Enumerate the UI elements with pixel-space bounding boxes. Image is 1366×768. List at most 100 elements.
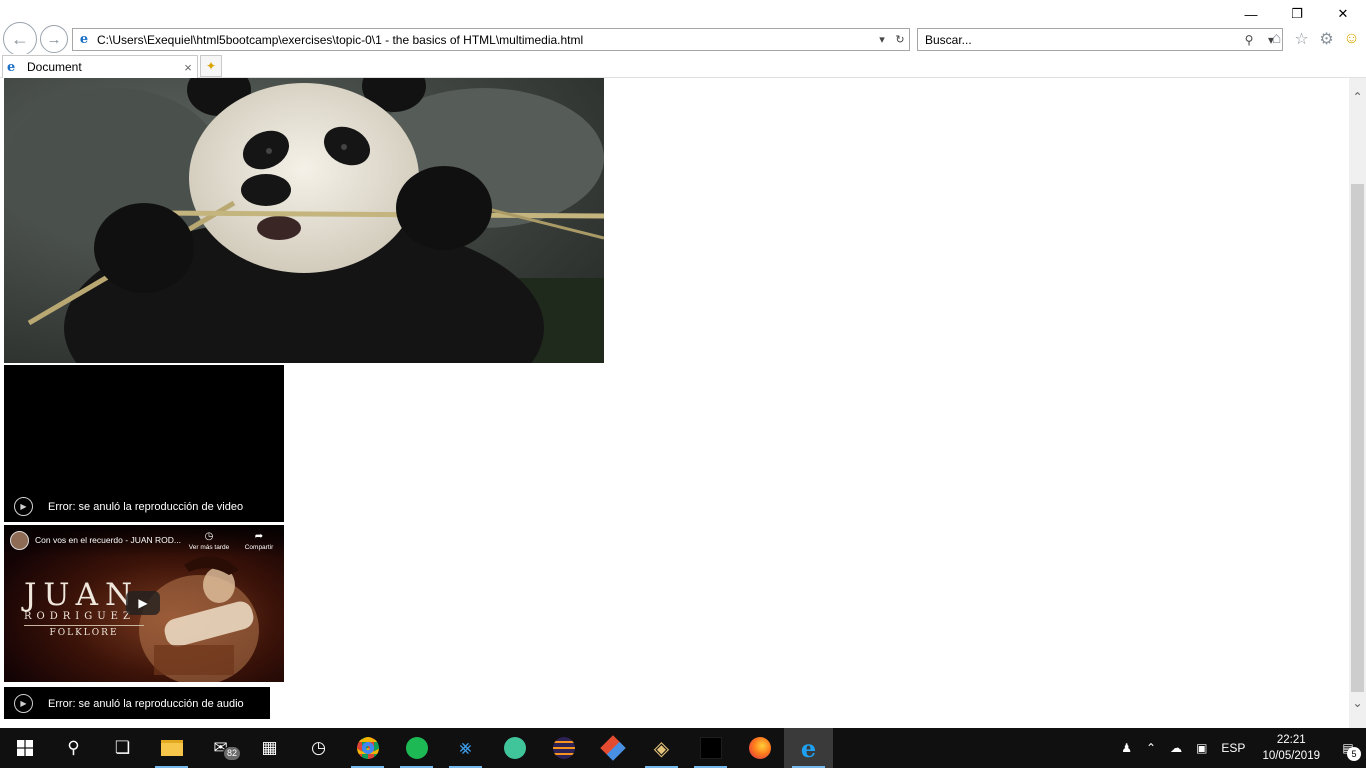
arrow-right-icon: → xyxy=(46,30,62,48)
youtube-embed[interactable]: Con vos en el recuerdo - JUAN ROD... ◷ V… xyxy=(4,525,284,682)
new-tab-icon: ✦ xyxy=(205,59,217,73)
system-tray: ♟ ⌃ ☁ ▣ ESP 22:21 10/05/2019 ▤ 5 xyxy=(1114,728,1366,768)
video-error-bar: ▶ Error: se anuló la reproducción de vid… xyxy=(4,491,243,522)
clock-icon: ◷ xyxy=(204,531,214,542)
windows-taskbar: ⚲ ❏ ✉ 82 ▦ ◷ ⨳ ◈ e ♟ ⌃ ☁ ▣ ESP 22:21 10/… xyxy=(0,728,1366,768)
panda-image xyxy=(4,78,604,363)
git-icon xyxy=(599,735,626,761)
palette-icon: ◈ xyxy=(653,737,670,760)
search-icon[interactable]: ⚲ xyxy=(1238,33,1260,47)
share-arrow-icon: ➦ xyxy=(254,531,264,542)
search-input[interactable]: Buscar... xyxy=(918,33,1238,47)
watch-later-button[interactable]: ◷ Ver más tarde xyxy=(185,531,233,551)
page-content: ▶ Error: se anuló la reproducción de vid… xyxy=(0,78,1349,728)
scroll-thumb[interactable] xyxy=(1351,184,1364,692)
close-window-button[interactable]: ✕ xyxy=(1320,0,1366,28)
brand-genre: FOLKLORE xyxy=(24,625,144,638)
forward-button[interactable]: → xyxy=(40,25,68,53)
spotify-icon xyxy=(405,737,428,759)
start-button[interactable] xyxy=(0,728,49,768)
internet-explorer-button[interactable]: e xyxy=(784,728,833,768)
tab-label: Document xyxy=(27,60,82,74)
ie-page-icon: e xyxy=(79,32,89,47)
favorites-star-icon[interactable]: ☆ xyxy=(1291,28,1312,50)
alarm-clock-icon: ◷ xyxy=(311,738,326,757)
share-button[interactable]: ➦ Compartir xyxy=(239,531,279,551)
atom-button[interactable] xyxy=(490,728,539,768)
terminal-icon xyxy=(699,737,722,759)
close-tab-icon[interactable]: × xyxy=(179,60,197,75)
eclipse-button[interactable] xyxy=(539,728,588,768)
share-label: Compartir xyxy=(244,544,274,551)
scroll-down-icon[interactable]: ⌄ xyxy=(1349,696,1366,713)
language-indicator[interactable]: ESP xyxy=(1214,728,1252,768)
search-icon: ⚲ xyxy=(67,738,80,757)
vscode-button[interactable]: ⨳ xyxy=(441,728,490,768)
windows-logo-icon xyxy=(16,740,33,756)
window-controls: — ❐ ✕ xyxy=(1228,0,1366,28)
notification-count: 5 xyxy=(1347,747,1361,761)
task-view-icon: ❏ xyxy=(114,738,131,757)
spotify-button[interactable] xyxy=(392,728,441,768)
youtube-play-button[interactable]: ▶ xyxy=(126,591,160,615)
video-player[interactable]: ▶ Error: se anuló la reproducción de vid… xyxy=(4,365,284,522)
search-taskbar-button[interactable]: ⚲ xyxy=(49,728,98,768)
channel-avatar[interactable] xyxy=(10,531,29,550)
vscode-icon: ⨳ xyxy=(459,736,472,759)
video-error-text: Error: se anuló la reproducción de video xyxy=(48,500,244,513)
audio-error-bar: ▶ Error: se anuló la reproducción de aud… xyxy=(4,688,244,719)
file-explorer-button[interactable] xyxy=(147,728,196,768)
chevron-up-icon[interactable]: ⌃ xyxy=(1139,728,1163,768)
play-icon: ▶ xyxy=(138,596,148,610)
play-icon[interactable]: ▶ xyxy=(14,497,33,516)
refresh-icon[interactable]: ↻ xyxy=(891,33,909,46)
clock[interactable]: 22:21 10/05/2019 xyxy=(1252,728,1330,768)
atom-icon xyxy=(503,737,526,759)
git-button[interactable] xyxy=(588,728,637,768)
clock-date: 10/05/2019 xyxy=(1262,750,1320,762)
play-icon[interactable]: ▶ xyxy=(14,694,33,713)
address-bar[interactable]: e C:\Users\Exequiel\html5bootcamp\exerci… xyxy=(72,28,910,51)
terminal-button[interactable] xyxy=(686,728,735,768)
address-dropdown-icon[interactable]: ▾ xyxy=(873,33,891,46)
address-url[interactable]: C:\Users\Exequiel\html5bootcamp\exercise… xyxy=(95,33,873,47)
new-tab-button[interactable]: ✦ xyxy=(200,55,222,77)
paint-button[interactable]: ◈ xyxy=(637,728,686,768)
audio-error-text: Error: se anuló la reproducción de audio xyxy=(48,697,244,710)
audio-player[interactable]: ▶ Error: se anuló la reproducción de aud… xyxy=(4,687,270,719)
chrome-icon xyxy=(356,737,379,759)
firefox-button[interactable] xyxy=(735,728,784,768)
feedback-smiley-icon[interactable]: ☺ xyxy=(1341,28,1362,50)
action-center-button[interactable]: ▤ 5 xyxy=(1330,728,1366,768)
vertical-scrollbar[interactable]: ⌃ ⌄ xyxy=(1349,78,1366,728)
back-button[interactable]: ← xyxy=(3,22,37,56)
people-icon[interactable]: ♟ xyxy=(1114,728,1139,768)
arrow-left-icon: ← xyxy=(11,28,29,49)
tab-strip: e Document × ✦ xyxy=(0,54,1366,78)
calendar-button[interactable]: ▦ xyxy=(245,728,294,768)
browser-toolbar-icons: ⌂ ☆ ⚙ ☺ xyxy=(1266,28,1362,50)
restore-button[interactable]: ❐ xyxy=(1274,0,1320,28)
ie-tab-icon: e xyxy=(7,59,16,75)
onedrive-icon[interactable]: ☁ xyxy=(1163,728,1189,768)
browser-titlebar: — ❐ ✕ ← → e C:\Users\Exequiel\html5bootc… xyxy=(0,0,1366,56)
firefox-icon xyxy=(748,737,771,759)
mail-badge: 82 xyxy=(223,746,241,761)
mail-button[interactable]: ✉ 82 xyxy=(196,728,245,768)
watch-later-label: Ver más tarde xyxy=(188,544,230,551)
search-box[interactable]: Buscar... ⚲ ▾ xyxy=(917,28,1283,51)
clock-time: 22:21 xyxy=(1276,734,1306,746)
minimize-button[interactable]: — xyxy=(1228,0,1274,28)
ie-icon: e xyxy=(800,733,817,763)
gear-icon[interactable]: ⚙ xyxy=(1316,28,1337,50)
network-icon[interactable]: ▣ xyxy=(1189,728,1214,768)
alarms-button[interactable]: ◷ xyxy=(294,728,343,768)
folder-icon xyxy=(160,740,183,756)
youtube-video-title[interactable]: Con vos en el recuerdo - JUAN ROD... xyxy=(35,535,181,545)
calendar-icon: ▦ xyxy=(261,738,278,757)
home-icon[interactable]: ⌂ xyxy=(1266,28,1287,50)
task-view-button[interactable]: ❏ xyxy=(98,728,147,768)
scroll-up-icon[interactable]: ⌃ xyxy=(1349,90,1366,107)
chrome-button[interactable] xyxy=(343,728,392,768)
tab-document[interactable]: e Document × xyxy=(2,55,198,78)
